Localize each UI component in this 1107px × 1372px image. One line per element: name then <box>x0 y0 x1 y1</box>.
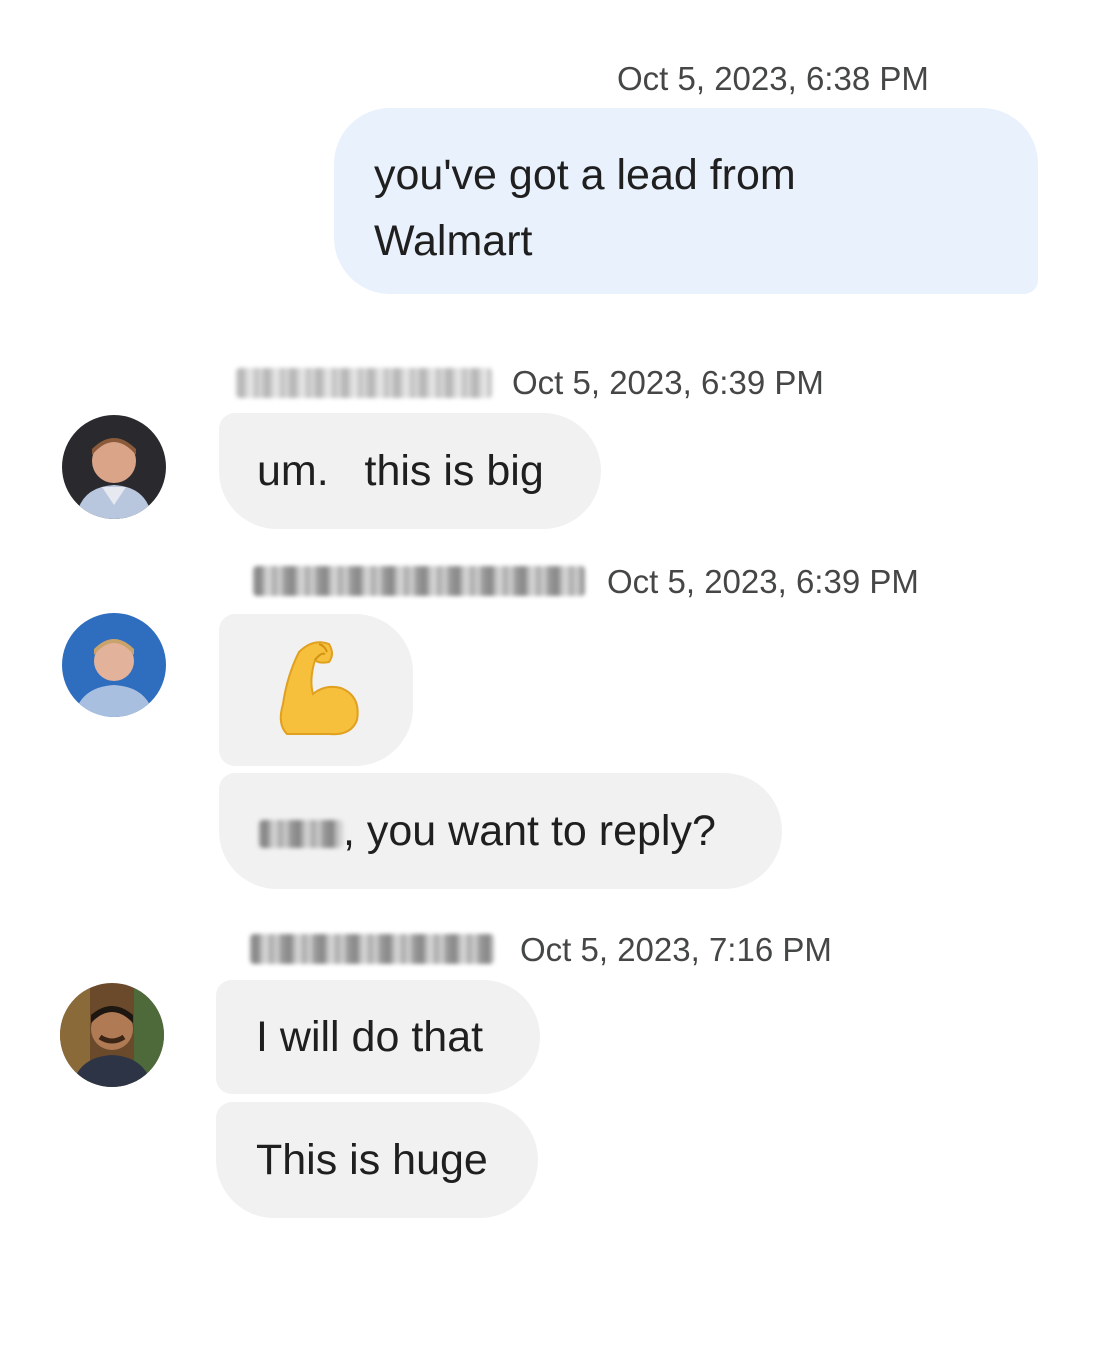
avatar[interactable] <box>60 983 164 1087</box>
sender-name-redacted <box>250 934 494 964</box>
timestamp-incoming: Oct 5, 2023, 6:39 PM <box>512 364 824 401</box>
avatar[interactable] <box>62 415 166 519</box>
avatar-person-icon <box>60 983 164 1087</box>
avatar-person-icon <box>62 613 166 717</box>
avatar[interactable] <box>62 613 166 717</box>
sender-name-redacted <box>253 566 585 596</box>
timestamp-incoming: Oct 5, 2023, 7:16 PM <box>520 931 832 968</box>
flexed-biceps-emoji-icon <box>279 641 359 736</box>
incoming-message-bubble[interactable]: um. this is big <box>219 413 601 529</box>
avatar-person-icon <box>62 415 166 519</box>
message-text-line1: you've got a lead from <box>374 151 796 199</box>
message-text: This is huge <box>256 1136 488 1184</box>
timestamp-outgoing: Oct 5, 2023, 6:38 PM <box>617 60 929 97</box>
incoming-message-bubble[interactable]: This is huge <box>216 1102 538 1218</box>
mention-name-redacted <box>259 819 343 848</box>
incoming-message-bubble[interactable]: , you want to reply? <box>219 773 782 889</box>
outgoing-message-bubble[interactable]: you've got a lead from Walmart <box>334 108 1038 294</box>
incoming-message-bubble[interactable]: I will do that <box>216 980 540 1094</box>
incoming-emoji-bubble[interactable] <box>219 614 413 766</box>
sender-name-redacted <box>236 368 492 398</box>
message-text: I will do that <box>256 1013 484 1061</box>
timestamp-incoming: Oct 5, 2023, 6:39 PM <box>607 563 919 600</box>
message-text-line2: Walmart <box>374 217 533 265</box>
message-text: um. this is big <box>257 447 544 495</box>
message-text: , you want to reply? <box>343 807 716 855</box>
